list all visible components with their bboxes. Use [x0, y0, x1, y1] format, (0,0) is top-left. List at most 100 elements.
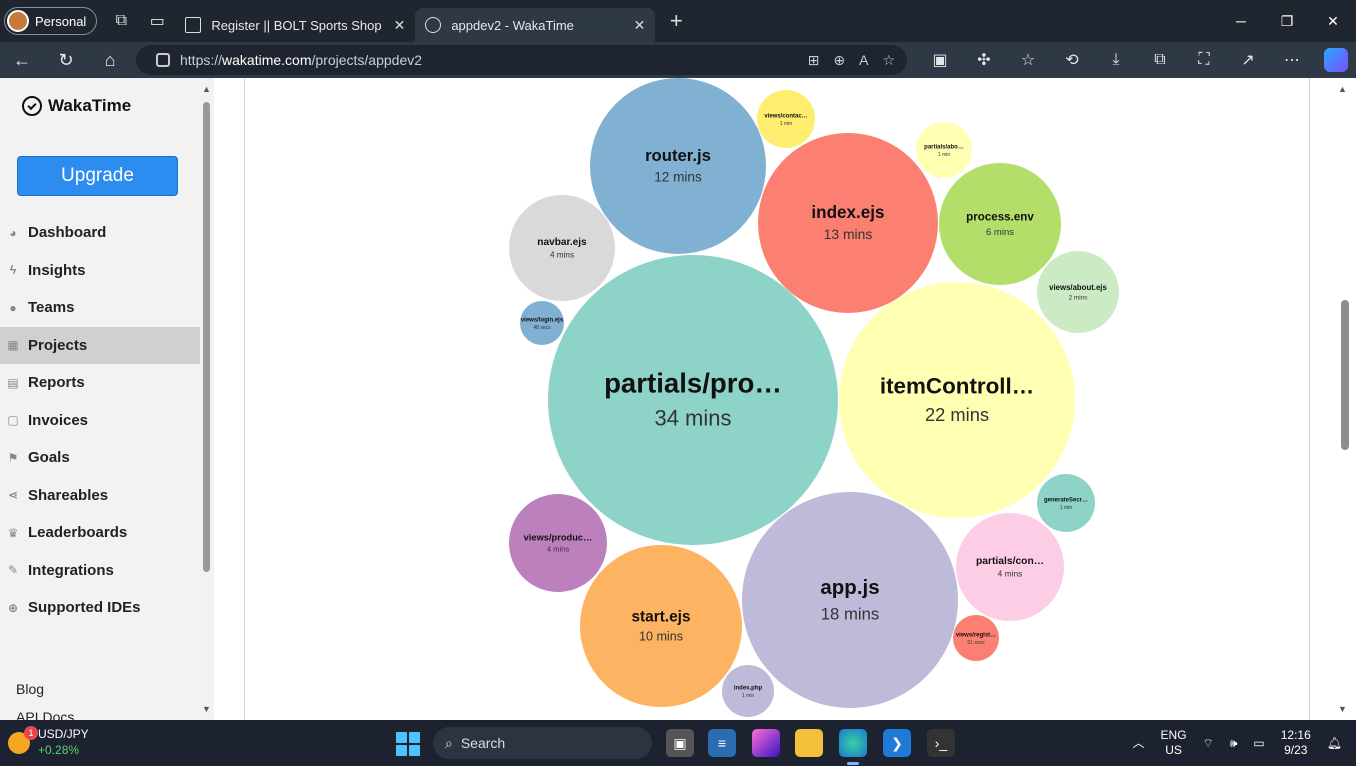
sidebar-item-teams[interactable]: ● Teams: [0, 289, 200, 327]
new-tab-button[interactable]: +: [659, 4, 693, 38]
zoom-icon[interactable]: ⊕: [833, 52, 845, 69]
start-button[interactable]: [396, 732, 420, 756]
copilot-icon[interactable]: [1324, 48, 1348, 72]
sidebar-item-invoices[interactable]: ▢ Invoices: [0, 402, 200, 440]
tab-wakatime[interactable]: appdev2 - WakaTime ✕: [415, 8, 656, 42]
bubble-value: 1 min: [780, 121, 792, 127]
close-icon[interactable]: ✕: [394, 17, 406, 34]
app-available-icon[interactable]: ⊞: [808, 52, 820, 69]
tab-register[interactable]: Register || BOLT Sports Shop ✕: [175, 8, 415, 42]
bubble-circle[interactable]: [742, 492, 958, 708]
notifications-bell-icon[interactable]: 🔔︎: [1319, 736, 1356, 751]
sidebar-scroll-thumb[interactable]: [203, 102, 210, 572]
bubble[interactable]: app.js 18 mins: [742, 492, 958, 708]
back-button[interactable]: ←: [0, 42, 44, 78]
bubble[interactable]: views/produc… 4 mins: [509, 494, 607, 592]
sidebar-item-label: Insights: [28, 261, 86, 279]
workspaces-icon[interactable]: ⧉: [103, 3, 139, 39]
collections-icon[interactable]: ⧉: [1138, 42, 1182, 78]
upgrade-button[interactable]: Upgrade: [17, 156, 178, 196]
bubble-label: views/contac…: [764, 113, 807, 119]
scroll-down-icon[interactable]: ▼: [202, 704, 211, 714]
downloads-icon[interactable]: ⤓: [1094, 42, 1138, 78]
sidebar-item-goals[interactable]: ⚑ Goals: [0, 439, 200, 477]
copilot-app-icon[interactable]: [752, 729, 780, 757]
bubble-circle[interactable]: [939, 163, 1061, 285]
bubble[interactable]: start.ejs 10 mins: [580, 545, 742, 707]
refresh-button[interactable]: ↻: [44, 42, 88, 78]
sidebar-item-projects[interactable]: ▦ Projects: [0, 326, 200, 364]
bubble[interactable]: partials/abo… 1 min: [916, 122, 972, 178]
bubble-circle[interactable]: [758, 133, 938, 313]
read-aloud-icon[interactable]: A: [859, 52, 868, 69]
close-icon[interactable]: ✕: [634, 17, 646, 34]
share-icon[interactable]: ↗: [1226, 42, 1270, 78]
bubble[interactable]: views/login.ejs 48 secs: [520, 301, 564, 345]
taskbar-search[interactable]: ⌕ Search: [433, 727, 652, 759]
bubble[interactable]: generateSecr… 1 min: [1037, 474, 1095, 532]
bubble[interactable]: views/contac… 1 min: [757, 90, 815, 148]
screenshot-icon[interactable]: ⛶: [1182, 42, 1226, 78]
bubble[interactable]: navbar.ejs 4 mins: [509, 195, 615, 301]
bubble[interactable]: router.js 12 mins: [590, 78, 766, 254]
qr-code-icon[interactable]: ▣: [918, 42, 962, 78]
home-button[interactable]: ⌂: [88, 42, 132, 78]
extensions-icon[interactable]: ✣: [962, 42, 1006, 78]
bubble-circle[interactable]: [548, 255, 838, 545]
sidebar-item-integrations[interactable]: ✎ Integrations: [0, 552, 200, 590]
bubble-circle[interactable]: [590, 78, 766, 254]
wifi-icon[interactable]: ⌔: [1195, 736, 1222, 751]
bubble[interactable]: process.env 6 mins: [939, 163, 1061, 285]
scroll-up-icon[interactable]: ▲: [202, 84, 211, 94]
sidebar-item-supported-ides[interactable]: ⊕ Supported IDEs: [0, 589, 200, 627]
sidebar-item-reports[interactable]: ▤ Reports: [0, 364, 200, 402]
bubble-label: index.php: [734, 685, 763, 691]
vertical-tabs-icon[interactable]: ▭: [139, 3, 175, 39]
address-bar[interactable]: https:// wakatime.com /projects/appdev2 …: [136, 45, 907, 75]
favorites-icon[interactable]: ☆: [1006, 42, 1050, 78]
sidebar-item-insights[interactable]: ϟ Insights: [0, 252, 200, 290]
url-prefix: https://: [180, 52, 223, 68]
scroll-up-icon[interactable]: ▲: [1338, 84, 1347, 94]
bubble[interactable]: views/about.ejs 2 mins: [1037, 251, 1119, 333]
show-hidden-icons[interactable]: ︿: [1125, 736, 1153, 751]
page-scroll-thumb[interactable]: [1341, 300, 1349, 450]
notepad-icon[interactable]: ≡: [708, 729, 736, 757]
history-icon[interactable]: ⟲: [1050, 42, 1094, 78]
sidebar-item-shareables[interactable]: ⋖ Shareables: [0, 477, 200, 515]
widgets-button[interactable]: 1 USD/JPY +0.28%: [8, 726, 89, 758]
clock[interactable]: 12:16 9/23: [1273, 728, 1319, 758]
sidebar-item-leaderboards[interactable]: ♛ Leaderboards: [0, 514, 200, 552]
bubble-circle[interactable]: [1037, 251, 1119, 333]
profile-button[interactable]: Personal: [4, 7, 98, 35]
close-window-button[interactable]: ✕: [1310, 0, 1356, 42]
scroll-down-icon[interactable]: ▼: [1338, 704, 1347, 714]
bubble[interactable]: partials/pro… 34 mins: [548, 255, 838, 545]
language-indicator[interactable]: ENG US: [1153, 728, 1195, 758]
more-icon[interactable]: ⋯: [1270, 42, 1314, 78]
volume-icon[interactable]: 🕪: [1222, 736, 1246, 751]
bubble[interactable]: views/regist… 51 secs: [953, 615, 999, 661]
bubble[interactable]: itemControll… 22 mins: [839, 282, 1075, 518]
task-view-icon[interactable]: ▣: [666, 729, 694, 757]
main-content: partials/pro… 34 mins itemControll… 22 mins…: [214, 78, 1356, 720]
blog-link[interactable]: Blog: [16, 681, 74, 709]
edge-browser-icon[interactable]: [839, 729, 867, 765]
battery-icon[interactable]: ▭: [1245, 736, 1272, 751]
lock-icon[interactable]: [156, 53, 170, 67]
bubble-circle[interactable]: [580, 545, 742, 707]
bubble-circle[interactable]: [839, 282, 1075, 518]
terminal-icon[interactable]: ›_: [927, 729, 955, 757]
favorite-star-icon[interactable]: ☆: [882, 52, 895, 69]
api-docs-link[interactable]: API Docs: [16, 709, 74, 720]
bubble[interactable]: index.ejs 13 mins: [758, 133, 938, 313]
bubble[interactable]: index.php 1 min: [722, 665, 774, 717]
bubble[interactable]: partials/con… 4 mins: [956, 513, 1064, 621]
minimize-button[interactable]: ─: [1218, 0, 1264, 42]
bubble-circle[interactable]: [509, 494, 607, 592]
vscode-icon[interactable]: ❯: [883, 729, 911, 757]
wakatime-logo[interactable]: WakaTime: [22, 96, 131, 116]
restore-button[interactable]: ❐: [1264, 0, 1310, 42]
file-explorer-icon[interactable]: [795, 729, 823, 757]
sidebar-item-dashboard[interactable]: ◕ Dashboard: [0, 214, 200, 252]
